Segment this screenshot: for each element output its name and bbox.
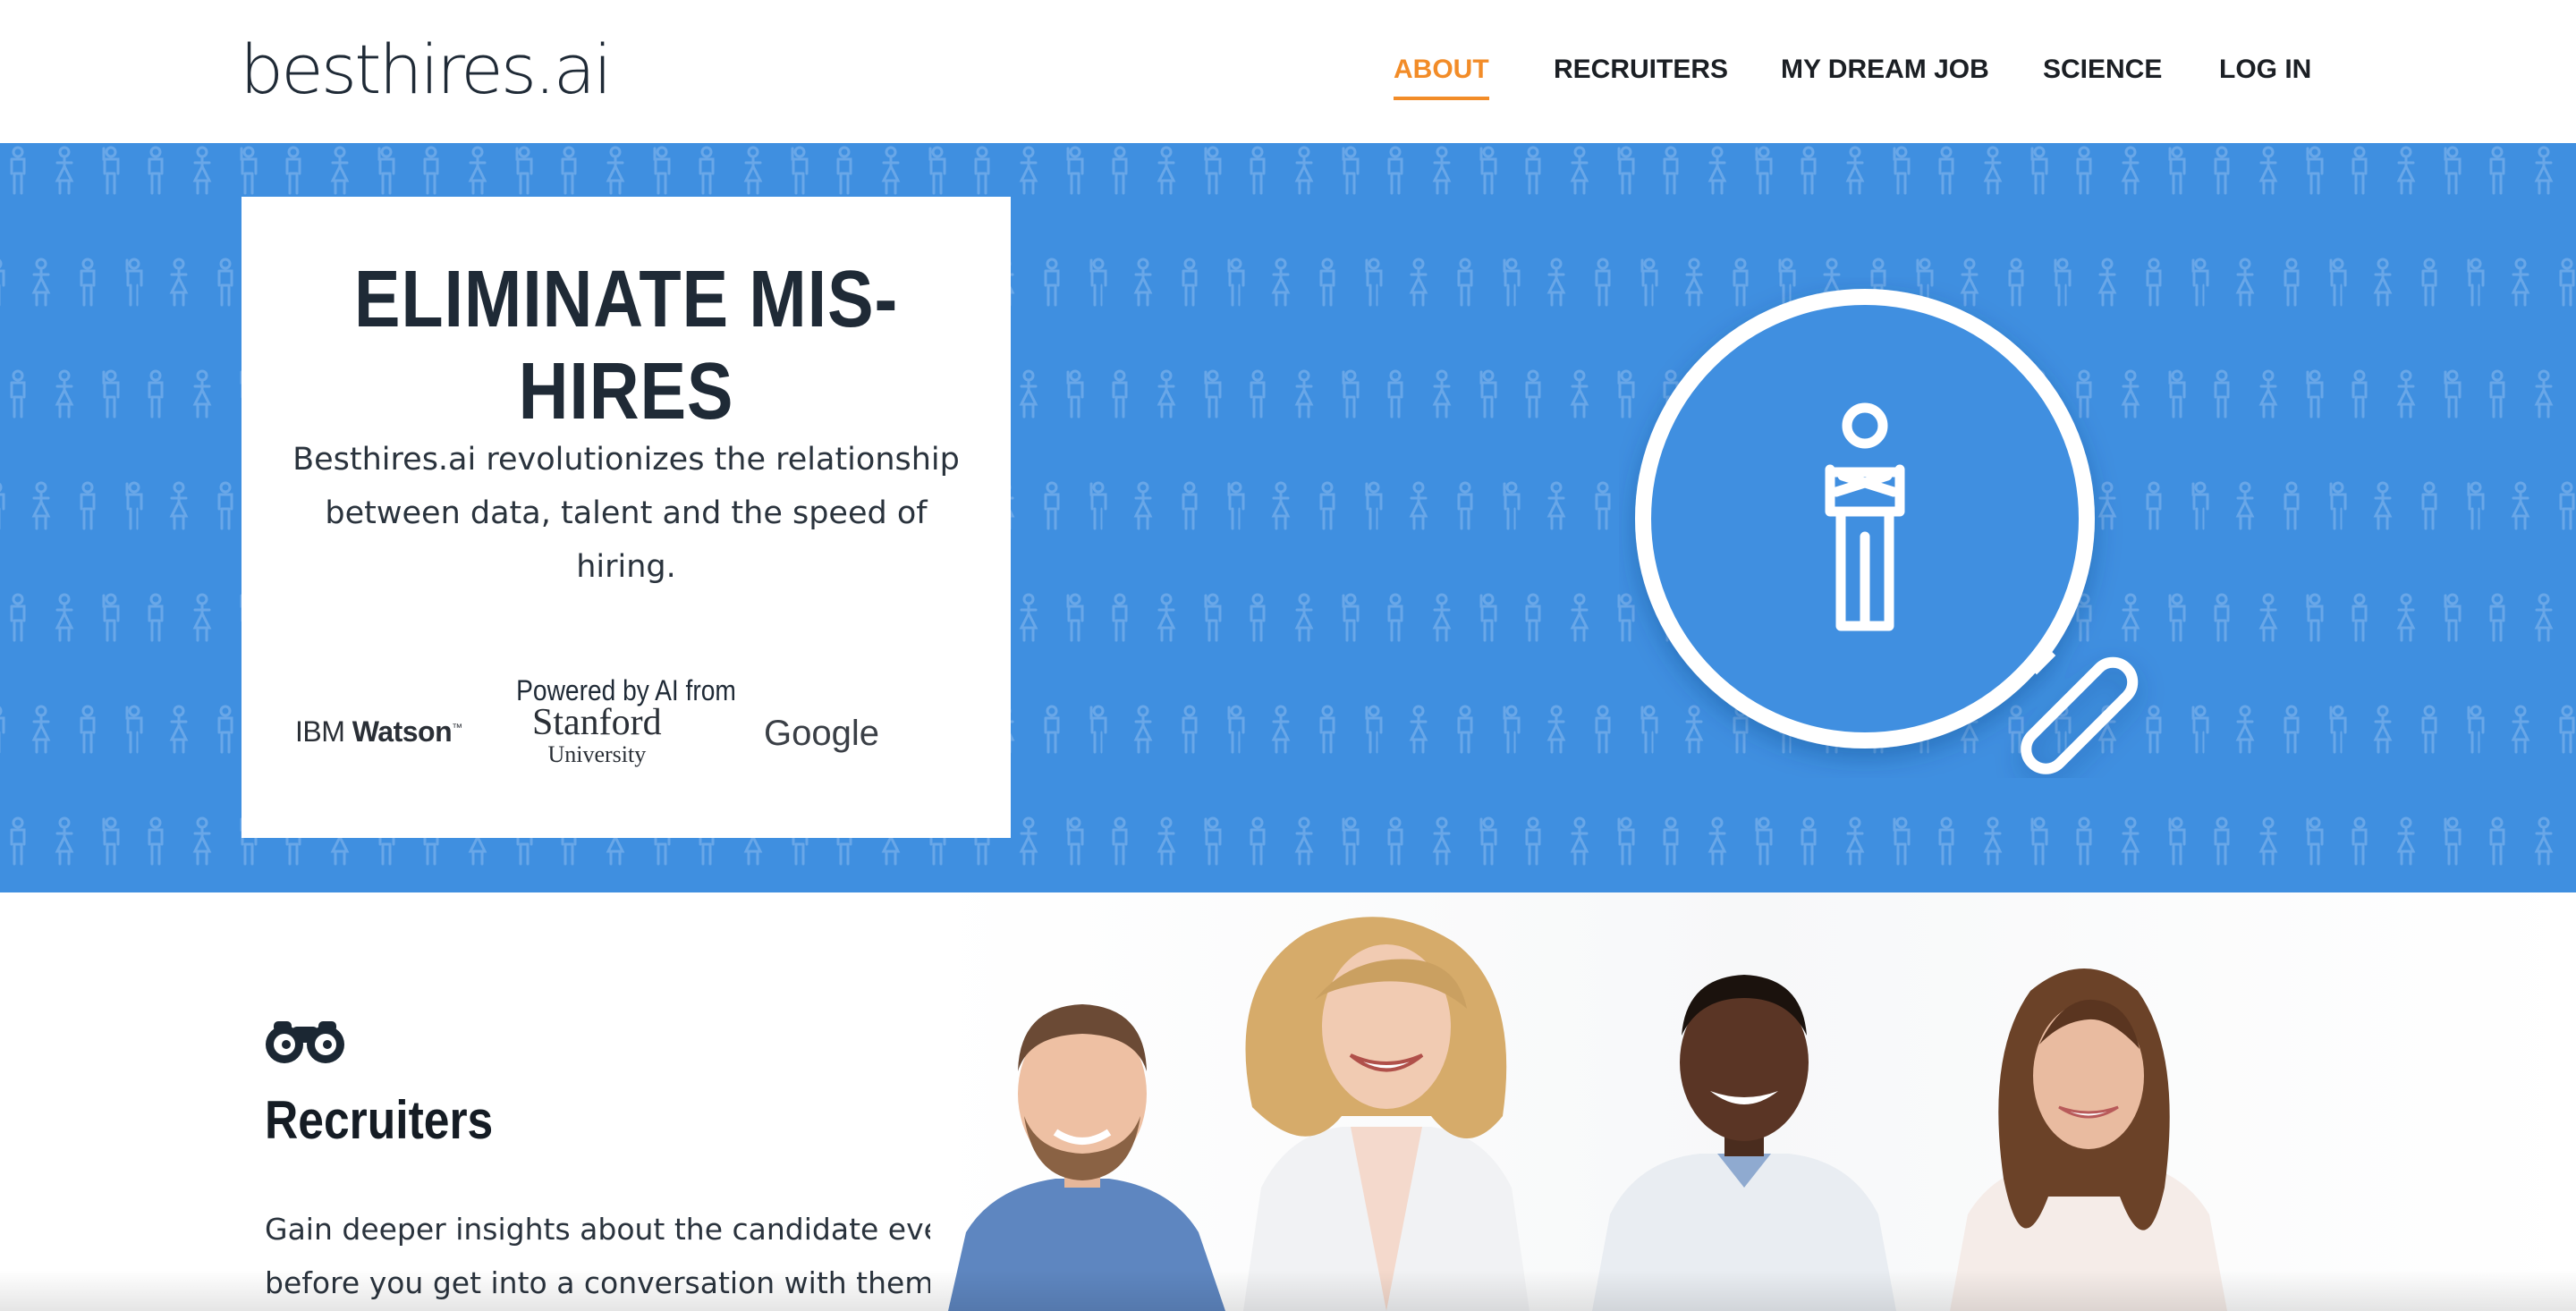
- ibm-logo-light: IBM: [295, 715, 345, 748]
- hero-title: ELIMINATE MIS-HIRES: [353, 255, 899, 436]
- nav-recruiters-label: RECRUITERS: [1554, 55, 1729, 84]
- ibm-watson-logo: IBM Watson™: [295, 715, 462, 749]
- nav-about-label: ABOUT: [1394, 55, 1489, 84]
- nav-recruiters[interactable]: RECRUITERS: [1554, 43, 1728, 97]
- stanford-logo-line-2: University: [547, 741, 647, 767]
- hero-description-line-1: Besthires.ai revolutionizes the relation…: [292, 442, 960, 478]
- main-nav: ABOUT RECRUITERS MY DREAM JOB SCIENCE LO…: [0, 43, 2576, 100]
- recruiters-section: Recruiters Gain deeper insights about th…: [0, 892, 2576, 1311]
- hero-description: Besthires.ai revolutionizes the relation…: [277, 433, 975, 594]
- hero-banner: ELIMINATE MIS-HIRES Besthires.ai revolut…: [0, 143, 2576, 892]
- team-photo: [930, 892, 2576, 1311]
- nav-about[interactable]: ABOUT: [1394, 43, 1489, 100]
- nav-log-in-label: LOG IN: [2219, 55, 2312, 84]
- recruiters-description-line-1: Gain deeper insights about the candidate…: [265, 1212, 961, 1247]
- nav-science-label: SCIENCE: [2043, 55, 2163, 84]
- bottom-shadow: [0, 1270, 2576, 1311]
- nav-active-underline: [1394, 97, 1489, 100]
- stanford-logo: Stanford University: [532, 703, 662, 767]
- google-logo: Google: [764, 714, 879, 753]
- stanford-logo-line-1: Stanford: [532, 702, 662, 743]
- site-header: besthires.ai ABOUT RECRUITERS MY DREAM J…: [0, 0, 2576, 143]
- nav-my-dream-job[interactable]: MY DREAM JOB: [1781, 43, 1989, 97]
- magnifier-person-icon: [1635, 289, 2139, 774]
- nav-science[interactable]: SCIENCE: [2043, 43, 2162, 97]
- nav-my-dream-job-label: MY DREAM JOB: [1781, 55, 1989, 84]
- ibm-logo-mark: ™: [452, 721, 462, 734]
- ibm-logo-bold: Watson: [352, 715, 453, 748]
- hero-card: ELIMINATE MIS-HIRES Besthires.ai revolut…: [242, 197, 1011, 838]
- binoculars-icon: [266, 1021, 344, 1063]
- recruiters-title: Recruiters: [265, 1090, 494, 1150]
- hero-description-line-2: between data, talent and the speed of hi…: [325, 495, 928, 585]
- nav-log-in[interactable]: LOG IN: [2219, 43, 2311, 97]
